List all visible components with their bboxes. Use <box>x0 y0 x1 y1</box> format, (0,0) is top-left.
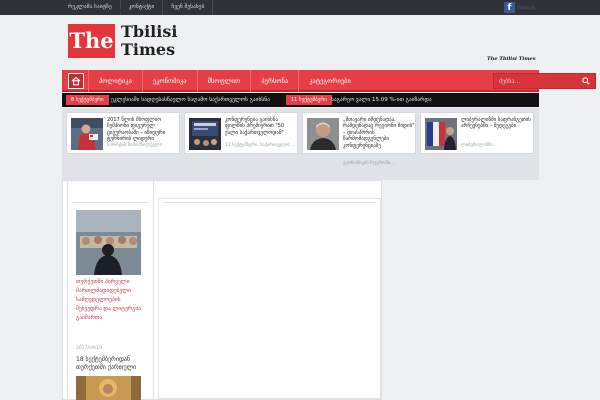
featured-thumbnail-flag <box>425 118 457 150</box>
nav-item-categories[interactable]: კატეგორიები <box>298 70 361 92</box>
featured-title[interactable]: 2017 წლის მსოფლიო ჩემპიონი ფიგურულ ციგურ… <box>107 117 179 143</box>
home-button[interactable] <box>68 73 84 89</box>
religion-article-2-title[interactable]: 18 სექტემბერიდან თურქეთში ქართული <box>76 356 148 372</box>
news-ticker: 8 სექტემბერი ეკლესიაში სადღესასწაულო საღ… <box>62 93 539 107</box>
featured-meta: სპორტის მიმომხილველი <box>107 143 162 148</box>
religion-article-image[interactable] <box>76 210 141 275</box>
featured-thumbnail-portrait <box>307 118 339 150</box>
featured-card[interactable]: ლიბერალიზმი საფრანგეთის არჩევნებში – შედ… <box>420 112 534 154</box>
facebook-faint-label: facebook <box>517 5 536 10</box>
search-icon[interactable] <box>582 77 590 85</box>
featured-title[interactable]: ლიბერალიზმი საფრანგეთის არჩევნებში – შედ… <box>461 117 533 130</box>
featured-meta: ლიბერალიზმი... <box>461 143 497 148</box>
site-logo[interactable]: The Tbilisi Times <box>68 22 198 64</box>
religion-article-date: 2017/09/19 <box>76 346 102 351</box>
sidebar-divider <box>72 202 149 203</box>
logo-the-block: The <box>68 24 115 58</box>
featured-card[interactable]: „მთავარი იმდენადაა, რამდენადაც რეგიონი მ… <box>302 112 416 166</box>
main-events-panel <box>158 198 381 399</box>
religion-section-title[interactable]: რელიგია <box>67 6 154 15</box>
nav-menu: პოლიტიკა ეკონომიკა მსოფლიო პერსონა კატეგ… <box>88 70 361 92</box>
site-tagline: The Tbilisi Times <box>487 56 536 62</box>
nav-item-politics[interactable]: პოლიტიკა <box>88 70 142 92</box>
nav-item-world[interactable]: მსოფლიო <box>196 70 251 92</box>
religion-article-link[interactable]: თურქეთში პირველი მართლმადიდებელი სამღვდე… <box>76 278 146 323</box>
featured-strip: 2017 წლის მსოფლიო ჩემპიონი ფიგურულ ციგურ… <box>62 108 539 180</box>
featured-thumbnail-conference <box>189 118 221 150</box>
featured-title[interactable]: კონფერენცია გაიხსნა ფილმის პრემიერით "50… <box>225 117 297 136</box>
featured-card[interactable]: კონფერენცია გაიხსნა ფილმის პრემიერით "50… <box>184 112 298 154</box>
featured-title[interactable]: „მთავარი იმდენადაა, რამდენადაც რეგიონი მ… <box>343 117 415 149</box>
nav-item-economy[interactable]: ეკონომიკა <box>141 70 197 92</box>
ticker-headline-1[interactable]: ეკლესიაში სადღესასწაულო საღამო საქართველ… <box>111 93 270 107</box>
ticker-headline-2[interactable]: საგარეო ვალი 15.09 %-ით გაიზარდა <box>331 93 432 107</box>
ticker-date-2: 11 სექტემბერი <box>286 95 332 105</box>
main-events-title[interactable]: მთავარი მოვლენები <box>158 6 381 15</box>
ticker-date-1: 8 სექტემბერი <box>66 95 109 105</box>
main-navbar: პოლიტიკა ეკონომიკა მსოფლიო პერსონა კატეგ… <box>62 70 596 92</box>
search-box <box>493 73 596 89</box>
facebook-icon[interactable]: f <box>504 2 515 13</box>
logo-line-1: Tbilisi <box>121 22 178 41</box>
featured-thumbnail-skater <box>71 118 103 150</box>
featured-meta: 12 სექტემბერი, საქართველო... <box>225 143 294 148</box>
search-input[interactable] <box>494 74 574 88</box>
nav-item-persona[interactable]: პერსონა <box>250 70 298 92</box>
logo-line-2: Times <box>121 40 176 59</box>
religion-article-2-image[interactable] <box>76 376 141 400</box>
featured-card[interactable]: 2017 წლის მსოფლიო ჩემპიონი ფიგურულ ციგურ… <box>66 112 180 154</box>
featured-meta: ეკონომიკის სფეროში... <box>343 161 395 166</box>
home-icon <box>71 76 81 86</box>
main-events-divider <box>163 202 376 203</box>
